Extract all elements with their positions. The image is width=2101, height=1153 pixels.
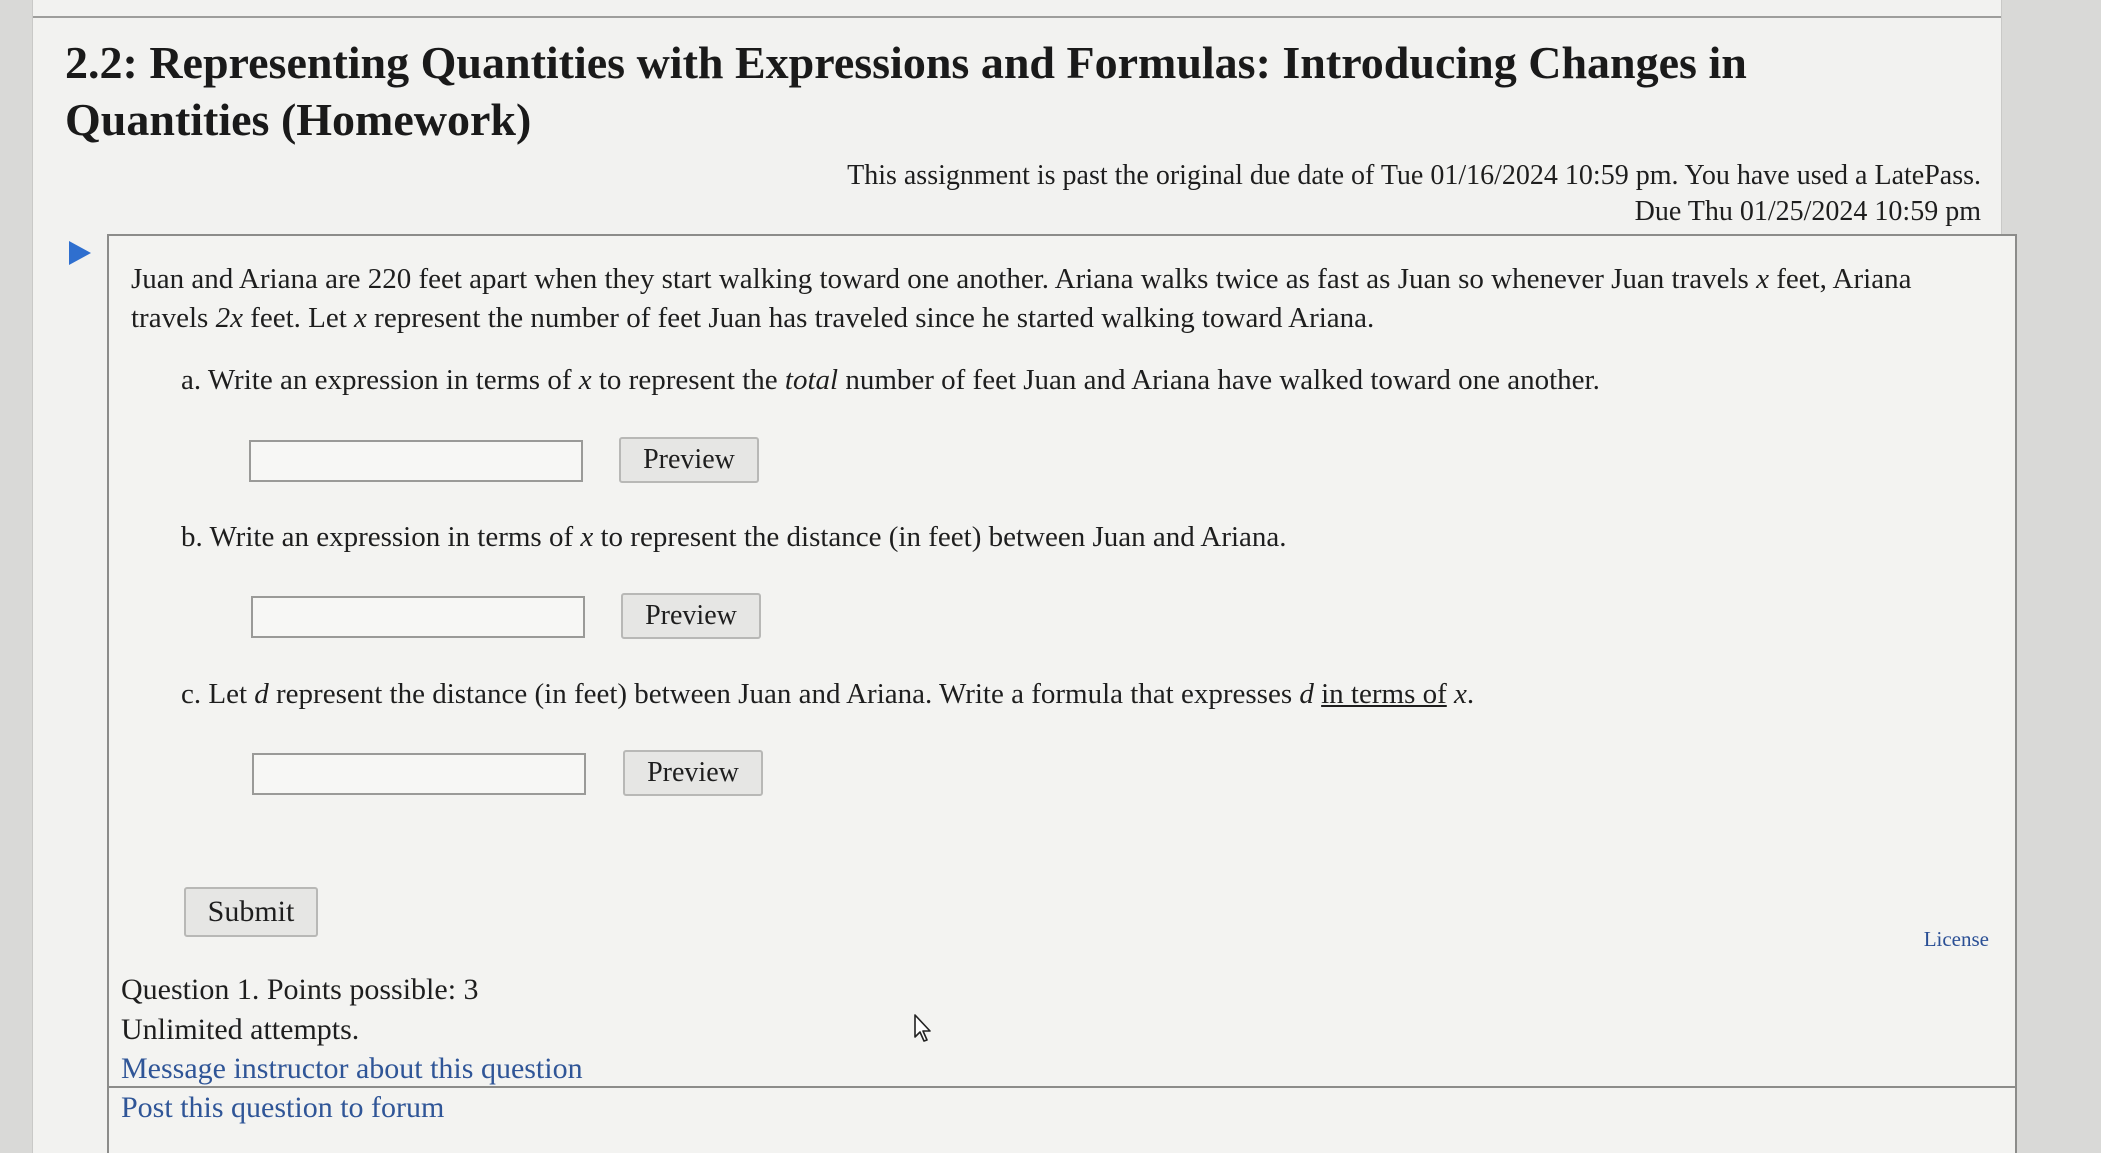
late-notice: This assignment is past the original due… — [847, 160, 1981, 191]
problem-text-3: feet. Let — [242, 302, 355, 334]
problem-statement: Juan and Ariana are 220 feet apart when … — [131, 260, 1971, 338]
submit-button[interactable]: Submit — [184, 887, 318, 937]
due-date: Due Thu 01/25/2024 10:59 pm — [1634, 196, 1981, 227]
question-panel: Juan and Ariana are 220 feet apart when … — [107, 234, 2017, 967]
part-c-text-2: represent the distance (in feet) between… — [268, 678, 1300, 710]
math-x: x — [354, 302, 367, 334]
math-x: x — [1756, 263, 1769, 295]
math-x: x — [1454, 678, 1467, 710]
math-d: d — [1299, 678, 1314, 710]
part-c-preview-button[interactable]: Preview — [623, 750, 763, 796]
part-a-emphasis: total — [784, 364, 839, 396]
attempts-info: Unlimited attempts. — [121, 1013, 360, 1046]
part-a-text-1: a. Write an expression in terms of — [181, 364, 579, 396]
part-c-prompt: c. Let d represent the distance (in feet… — [181, 676, 1474, 712]
math-x: x — [580, 521, 594, 553]
page-title: 2.2: Representing Quantities with Expres… — [65, 37, 1747, 145]
math-2x: 2x — [215, 302, 243, 334]
terms-of-link[interactable]: in terms of — [1321, 678, 1447, 710]
part-c-answer-input[interactable] — [252, 753, 586, 795]
due-info: This assignment is past the original due… — [847, 158, 1981, 230]
assignment-page: 2.2: Representing Quantities with Expres… — [32, 0, 2017, 1153]
part-a-answer-input[interactable] — [249, 440, 583, 482]
top-divider — [33, 16, 2001, 18]
expand-triangle-icon[interactable] — [69, 241, 91, 265]
license-link[interactable]: License — [1924, 927, 1989, 952]
part-c-text-3: . — [1466, 678, 1475, 710]
message-instructor-link[interactable]: Message instructor about this question — [121, 1051, 583, 1087]
math-x: x — [578, 364, 592, 396]
part-a-prompt: a. Write an expression in terms of x to … — [181, 362, 1600, 398]
part-a-text-3: number of feet Juan and Ariana have walk… — [838, 364, 1600, 396]
points-possible: Question 1. Points possible: 3 — [121, 973, 479, 1006]
part-a-preview-button[interactable]: Preview — [619, 437, 759, 483]
post-to-forum-link[interactable]: Post this question to forum — [121, 1090, 444, 1126]
part-b-answer-input[interactable] — [251, 596, 585, 638]
part-b-preview-button[interactable]: Preview — [621, 593, 761, 639]
part-c-text-1: c. Let — [181, 678, 255, 710]
problem-text-4: represent the number of feet Juan has tr… — [366, 302, 1375, 334]
part-b-text-2: to represent the distance (in feet) betw… — [593, 521, 1287, 553]
question-info-panel: Question 1. Points possible: 3 Unlimited… — [107, 962, 2017, 1153]
part-b-text-1: b. Write an expression in terms of — [181, 521, 581, 553]
part-b-prompt: b. Write an expression in terms of x to … — [181, 519, 1287, 555]
part-a-text-2: to represent the — [591, 364, 785, 396]
problem-text-1: Juan and Ariana are 220 feet apart when … — [131, 263, 1757, 295]
mouse-pointer-icon — [914, 1014, 931, 1042]
math-d: d — [254, 678, 269, 710]
